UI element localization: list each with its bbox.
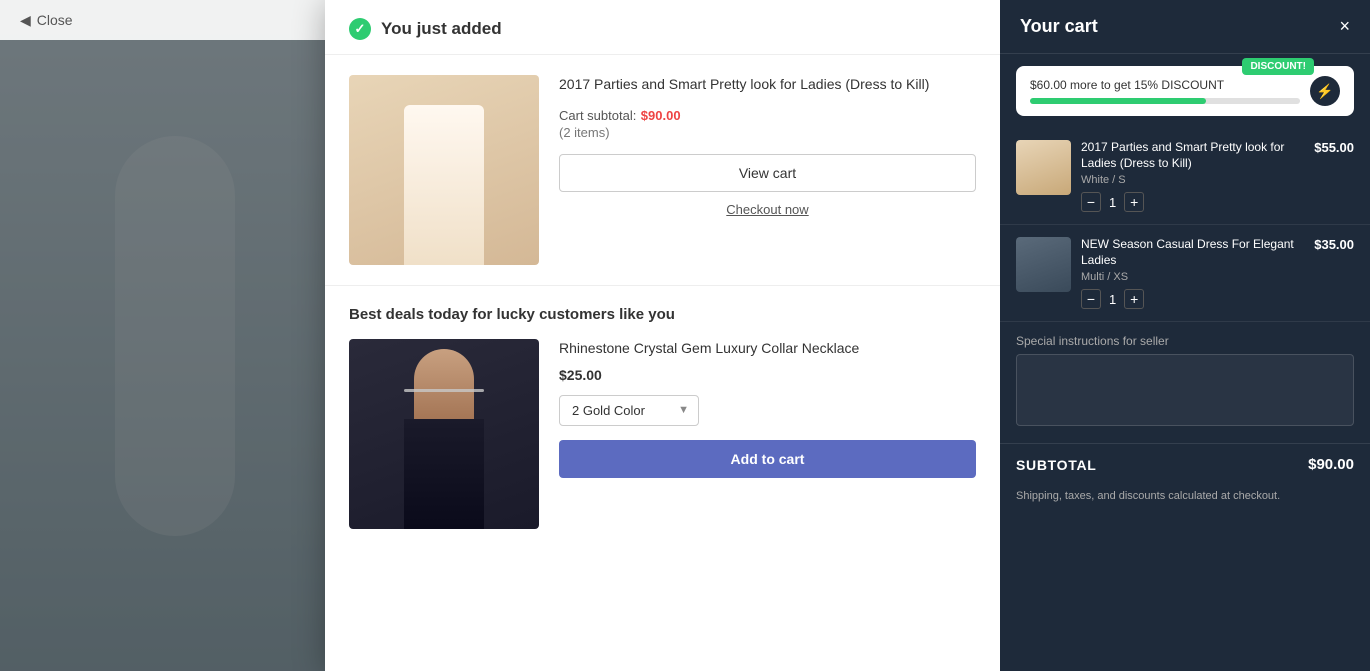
best-deals-section: Best deals today for lucky customers lik…: [325, 286, 1000, 549]
deal-select-wrapper: 2 Gold Color 1 Silver Color 3 Rose Gold …: [559, 395, 699, 426]
deal-item-image: [349, 339, 539, 529]
cart-subtotal-amount: $90.00: [1308, 456, 1354, 473]
cart-item-info: NEW Season Casual Dress For Elegant Ladi…: [1081, 237, 1304, 309]
cart-item: 2017 Parties and Smart Pretty look for L…: [1000, 128, 1370, 225]
modal-header-title: You just added: [381, 19, 502, 39]
added-item-section: 2017 Parties and Smart Pretty look for L…: [325, 55, 1000, 286]
added-item-details: 2017 Parties and Smart Pretty look for L…: [559, 75, 976, 217]
cart-item-qty-row: − 1 +: [1081, 289, 1304, 309]
qty-number: 1: [1109, 195, 1116, 210]
progress-bar: [1030, 98, 1300, 104]
qty-decrease-button[interactable]: −: [1081, 192, 1101, 212]
cart-item-thumbnail: [1016, 140, 1071, 195]
cart-item-variant: Multi / XS: [1081, 271, 1304, 283]
modal-header: You just added: [325, 0, 1000, 55]
cart-item-variant: White / S: [1081, 174, 1304, 186]
check-icon: [349, 18, 371, 40]
cart-panel: Your cart × $60.00 more to get 15% DISCO…: [1000, 0, 1370, 671]
deal-color-select[interactable]: 2 Gold Color 1 Silver Color 3 Rose Gold: [559, 395, 699, 426]
cart-item-info: 2017 Parties and Smart Pretty look for L…: [1081, 140, 1304, 212]
special-instructions-label: Special instructions for seller: [1016, 334, 1354, 348]
discount-badge: DISCOUNT!: [1242, 58, 1314, 75]
cart-item-price: $35.00: [1314, 237, 1354, 252]
cart-subtotal-label: Cart subtotal:: [559, 108, 636, 123]
special-instructions-section: Special instructions for seller: [1000, 322, 1370, 443]
deal-item-details: Rhinestone Crystal Gem Luxury Collar Nec…: [559, 339, 976, 478]
cart-subtotal-section: SUBTOTAL $90.00: [1000, 443, 1370, 485]
discount-text: $60.00 more to get 15% DISCOUNT: [1030, 78, 1300, 92]
cart-item-qty-row: − 1 +: [1081, 192, 1304, 212]
added-item-name: 2017 Parties and Smart Pretty look for L…: [559, 75, 976, 95]
qty-increase-button[interactable]: +: [1124, 192, 1144, 212]
cart-panel-title: Your cart: [1020, 16, 1098, 37]
cart-subtotal-label-big: SUBTOTAL: [1016, 457, 1097, 473]
cart-item-thumbnail: [1016, 237, 1071, 292]
qty-increase-button[interactable]: +: [1124, 289, 1144, 309]
cart-item-price: $55.00: [1314, 140, 1354, 155]
added-item-image: [349, 75, 539, 265]
deal-item: Rhinestone Crystal Gem Luxury Collar Nec…: [349, 339, 976, 529]
cart-shipping-note: Shipping, taxes, and discounts calculate…: [1000, 485, 1370, 520]
progress-bar-fill: [1030, 98, 1206, 104]
deal-item-name: Rhinestone Crystal Gem Luxury Collar Nec…: [559, 339, 976, 359]
special-instructions-input[interactable]: [1016, 354, 1354, 426]
close-link[interactable]: Close: [37, 12, 73, 28]
cart-close-button[interactable]: ×: [1339, 16, 1350, 37]
qty-number: 1: [1109, 292, 1116, 307]
cart-item-name: NEW Season Casual Dress For Elegant Ladi…: [1081, 237, 1304, 268]
discount-icon: ⚡: [1310, 76, 1340, 106]
best-deals-title: Best deals today for lucky customers lik…: [349, 306, 976, 323]
cart-panel-header: Your cart ×: [1000, 0, 1370, 54]
cart-subtotal-row: Cart subtotal: $90.00: [559, 107, 976, 125]
discount-bar: $60.00 more to get 15% DISCOUNT ⚡ DISCOU…: [1016, 66, 1354, 116]
added-modal: You just added 2017 Parties and Smart Pr…: [325, 0, 1000, 671]
add-to-cart-button[interactable]: Add to cart: [559, 440, 976, 478]
checkout-now-link[interactable]: Checkout now: [559, 202, 976, 217]
cart-items-count: (2 items): [559, 125, 976, 140]
cart-item-name: 2017 Parties and Smart Pretty look for L…: [1081, 140, 1304, 171]
cart-subtotal-price: $90.00: [641, 108, 681, 123]
qty-decrease-button[interactable]: −: [1081, 289, 1101, 309]
back-arrow-icon: ◀: [20, 12, 31, 29]
view-cart-button[interactable]: View cart: [559, 154, 976, 192]
deal-item-price: $25.00: [559, 367, 976, 383]
cart-item: NEW Season Casual Dress For Elegant Ladi…: [1000, 225, 1370, 322]
